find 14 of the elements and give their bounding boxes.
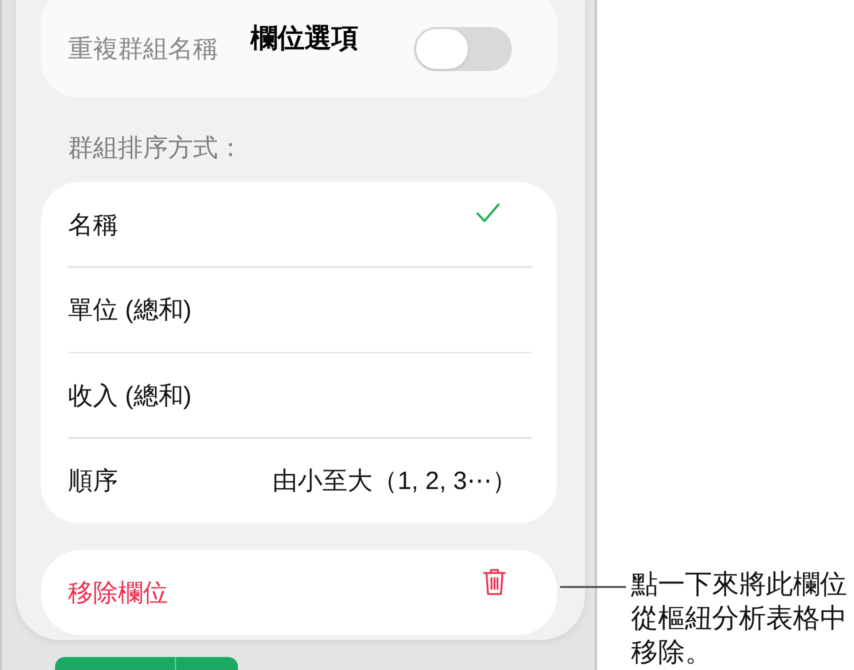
section-label: 群組排序方式： <box>67 133 243 164</box>
sheet-title: 欄位選項 <box>250 22 358 55</box>
sort-option[interactable]: 名稱 <box>41 182 557 266</box>
checkmark-icon <box>476 203 500 223</box>
order-label: 順序 <box>68 466 118 497</box>
callout-text: 點一下來將此欄位從樞紐分析表格中移除。 <box>631 568 847 669</box>
remove-field-button[interactable]: 移除欄位 <box>41 550 557 634</box>
sort-option[interactable]: 單位 (總和) <box>41 268 557 352</box>
leader-line <box>560 586 626 588</box>
sort-option[interactable]: 收入 (總和) <box>41 353 557 437</box>
setting-label: 重複群組名稱 <box>68 34 218 65</box>
order-value[interactable]: 由小至大（1, 2, 3⋯） <box>272 464 517 497</box>
trash-icon <box>483 568 506 596</box>
toggle-switch[interactable] <box>414 26 512 70</box>
